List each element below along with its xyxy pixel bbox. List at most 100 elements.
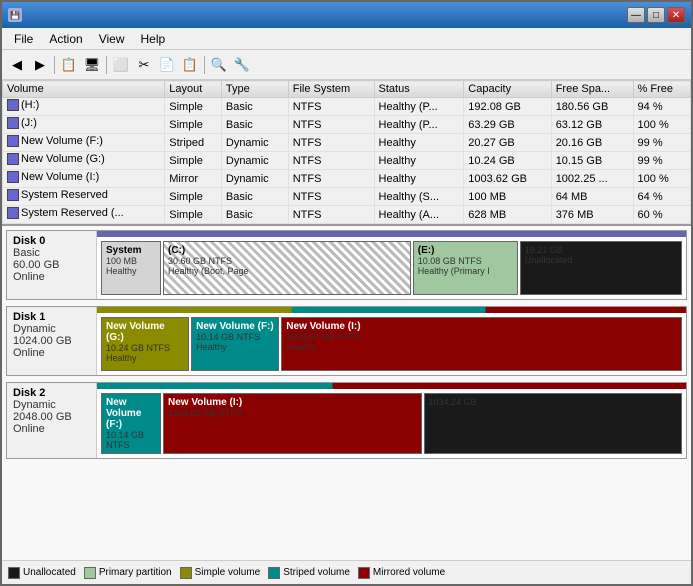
- menu-file[interactable]: File: [6, 30, 41, 48]
- toolbar-btn-4[interactable]: 🖥: [81, 54, 103, 76]
- seg-name-2-1: New Volume (I:): [168, 397, 417, 408]
- close-button[interactable]: ✕: [667, 7, 685, 23]
- toolbar-separator-3: [204, 56, 205, 74]
- table-row[interactable]: System Reserved (...SimpleBasicNTFSHealt…: [3, 206, 691, 224]
- legend: UnallocatedPrimary partitionSimple volum…: [2, 560, 691, 584]
- volume-icon: [7, 189, 19, 201]
- disk-segment-0-3[interactable]: 19.21 GBUnallocated: [520, 241, 682, 295]
- disk-segments-0: System100 MBHealthy(C:)30.60 GB NTFSHeal…: [97, 237, 686, 299]
- col-capacity[interactable]: Capacity: [464, 81, 551, 98]
- disk-type-1: Dynamic: [13, 323, 90, 335]
- col-freepct[interactable]: % Free: [633, 81, 690, 98]
- seg-status-1-0: Healthy: [106, 353, 184, 363]
- volume-icon: [7, 135, 19, 147]
- seg-size-1-0: 10.24 GB NTFS: [106, 343, 184, 353]
- toolbar-btn-7[interactable]: 📄: [156, 54, 178, 76]
- seg-status-0-1: Healthy (Boot, Page: [168, 266, 406, 276]
- seg-name-1-0: New Volume (G:): [106, 321, 184, 343]
- toolbar-btn-5[interactable]: ⬜: [110, 54, 132, 76]
- legend-icon-0: [8, 567, 20, 579]
- table-row[interactable]: New Volume (G:)SimpleDynamicNTFSHealthy1…: [3, 152, 691, 170]
- table-row[interactable]: New Volume (F:)StripedDynamicNTFSHealthy…: [3, 134, 691, 152]
- seg-name-1-1: New Volume (F:): [196, 321, 274, 332]
- disk-segments-2: New Volume (F:)10.14 GB NTFSNew Volume (…: [97, 389, 686, 458]
- toolbar-btn-10[interactable]: 🔧: [231, 54, 253, 76]
- menu-action[interactable]: Action: [41, 30, 90, 48]
- seg-size-2-1: 1003.62 GB NTFS: [168, 408, 417, 418]
- disk-status-2: Online: [13, 423, 90, 435]
- toolbar-btn-3[interactable]: 📋: [58, 54, 80, 76]
- disk-name-0: Disk 0: [13, 235, 90, 247]
- seg-status-1-1: Healthy: [196, 342, 274, 352]
- disk-size-2: 2048.00 GB: [13, 411, 90, 423]
- toolbar: ◀ ▶ 📋 🖥 ⬜ ✂ 📄 📋 🔍 🔧: [2, 50, 691, 80]
- volume-name: New Volume (F:): [21, 135, 103, 147]
- legend-icon-2: [180, 567, 192, 579]
- minimize-button[interactable]: —: [627, 7, 645, 23]
- disk-segment-1-1[interactable]: New Volume (F:)10.14 GB NTFSHealthy: [191, 317, 279, 371]
- disk-segment-0-0[interactable]: System100 MBHealthy: [101, 241, 161, 295]
- seg-size-2-2: 1034.24 GB: [429, 397, 678, 407]
- disk-segment-2-0[interactable]: New Volume (F:)10.14 GB NTFS: [101, 393, 161, 454]
- col-freespace[interactable]: Free Spa...: [551, 81, 633, 98]
- legend-item-4: Mirrored volume: [358, 567, 445, 579]
- seg-name-0-0: System: [106, 245, 156, 256]
- disk-segment-0-2[interactable]: (E:)10.08 GB NTFSHealthy (Primary I: [413, 241, 518, 295]
- seg-size-1-2: 1003.62 GB NTFS: [286, 332, 677, 342]
- seg-size-0-0: 100 MB: [106, 256, 156, 266]
- disk-size-1: 1024.00 GB: [13, 335, 90, 347]
- col-type[interactable]: Type: [221, 81, 288, 98]
- disk-segment-1-0[interactable]: New Volume (G:)10.24 GB NTFSHealthy: [101, 317, 189, 371]
- col-layout[interactable]: Layout: [165, 81, 222, 98]
- title-bar: 💾 — □ ✕: [2, 2, 691, 28]
- seg-status-1-2: Healthy: [286, 342, 677, 352]
- volume-icon: [7, 153, 19, 165]
- volume-name: New Volume (G:): [21, 153, 105, 165]
- table-row[interactable]: System ReservedSimpleBasicNTFSHealthy (S…: [3, 188, 691, 206]
- volume-table: Volume Layout Type File System Status Ca…: [2, 80, 691, 224]
- volume-name: (J:): [21, 117, 37, 129]
- legend-label-2: Simple volume: [195, 567, 261, 578]
- toolbar-btn-9[interactable]: 🔍: [208, 54, 230, 76]
- toolbar-btn-8[interactable]: 📋: [179, 54, 201, 76]
- volume-icon: [7, 207, 19, 219]
- disk-status-1: Online: [13, 347, 90, 359]
- seg-status-0-3: Unallocated: [525, 255, 677, 265]
- toolbar-separator-1: [54, 56, 55, 74]
- disk-segment-2-2[interactable]: 1034.24 GB: [424, 393, 683, 454]
- table-row[interactable]: (H:)SimpleBasicNTFSHealthy (P...192.08 G…: [3, 98, 691, 116]
- disk-segment-0-1[interactable]: (C:)30.60 GB NTFSHealthy (Boot, Page: [163, 241, 411, 295]
- disk-segment-2-1[interactable]: New Volume (I:)1003.62 GB NTFS: [163, 393, 422, 454]
- seg-name-0-2: (E:): [418, 245, 513, 256]
- col-volume[interactable]: Volume: [3, 81, 165, 98]
- volume-name: (H:): [21, 99, 39, 111]
- legend-icon-4: [358, 567, 370, 579]
- seg-status-0-2: Healthy (Primary I: [418, 266, 513, 276]
- legend-item-1: Primary partition: [84, 567, 172, 579]
- volume-table-area[interactable]: Volume Layout Type File System Status Ca…: [2, 80, 691, 226]
- disk-label-0: Disk 0 Basic 60.00 GB Online: [7, 231, 97, 299]
- seg-status-0-0: Healthy: [106, 266, 156, 276]
- maximize-button[interactable]: □: [647, 7, 665, 23]
- disk-visual-area[interactable]: Disk 0 Basic 60.00 GB Online System100 M…: [2, 226, 691, 560]
- forward-button[interactable]: ▶: [29, 54, 51, 76]
- volume-icon: [7, 171, 19, 183]
- menu-help[interactable]: Help: [133, 30, 174, 48]
- seg-name-2-0: New Volume (F:): [106, 397, 156, 430]
- disk-row-1: Disk 1 Dynamic 1024.00 GB Online New Vol…: [6, 306, 687, 376]
- disk-type-0: Basic: [13, 247, 90, 259]
- legend-icon-3: [268, 567, 280, 579]
- disk-wrapper-2: New Volume (F:)10.14 GB NTFSNew Volume (…: [97, 383, 686, 458]
- legend-item-2: Simple volume: [180, 567, 261, 579]
- disk-segment-1-2[interactable]: New Volume (I:)1003.62 GB NTFSHealthy: [281, 317, 682, 371]
- table-row[interactable]: New Volume (I:)MirrorDynamicNTFSHealthy1…: [3, 170, 691, 188]
- back-button[interactable]: ◀: [6, 54, 28, 76]
- disk-status-0: Online: [13, 271, 90, 283]
- menu-bar: File Action View Help: [2, 28, 691, 50]
- col-status[interactable]: Status: [374, 81, 464, 98]
- menu-view[interactable]: View: [91, 30, 133, 48]
- table-row[interactable]: (J:)SimpleBasicNTFSHealthy (P...63.29 GB…: [3, 116, 691, 134]
- col-filesystem[interactable]: File System: [288, 81, 374, 98]
- title-bar-controls: — □ ✕: [627, 7, 685, 23]
- toolbar-btn-6[interactable]: ✂: [133, 54, 155, 76]
